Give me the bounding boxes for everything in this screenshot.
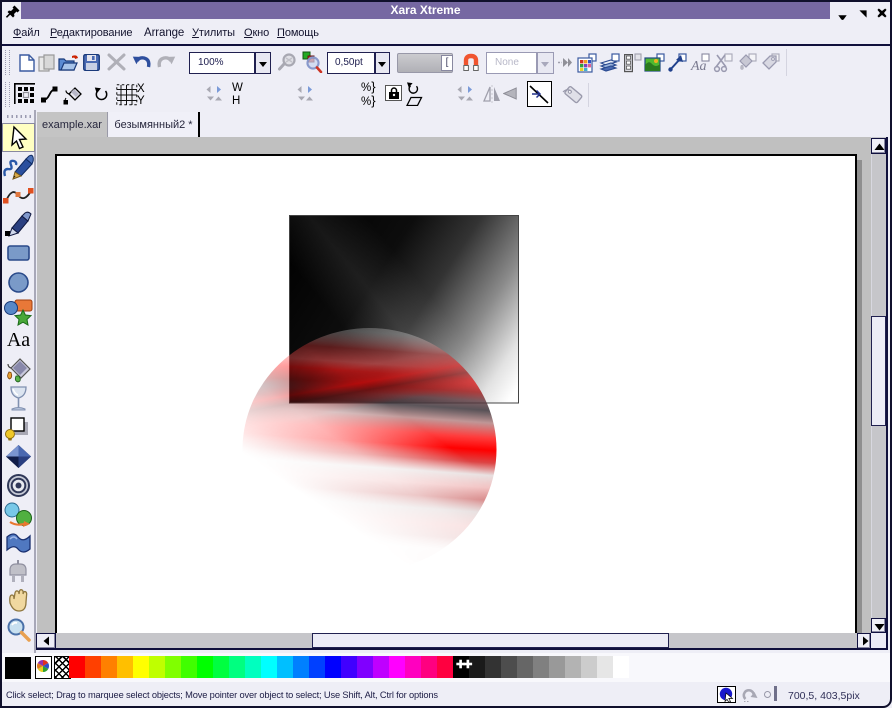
svg-text:Aa: Aa [690,59,707,73]
